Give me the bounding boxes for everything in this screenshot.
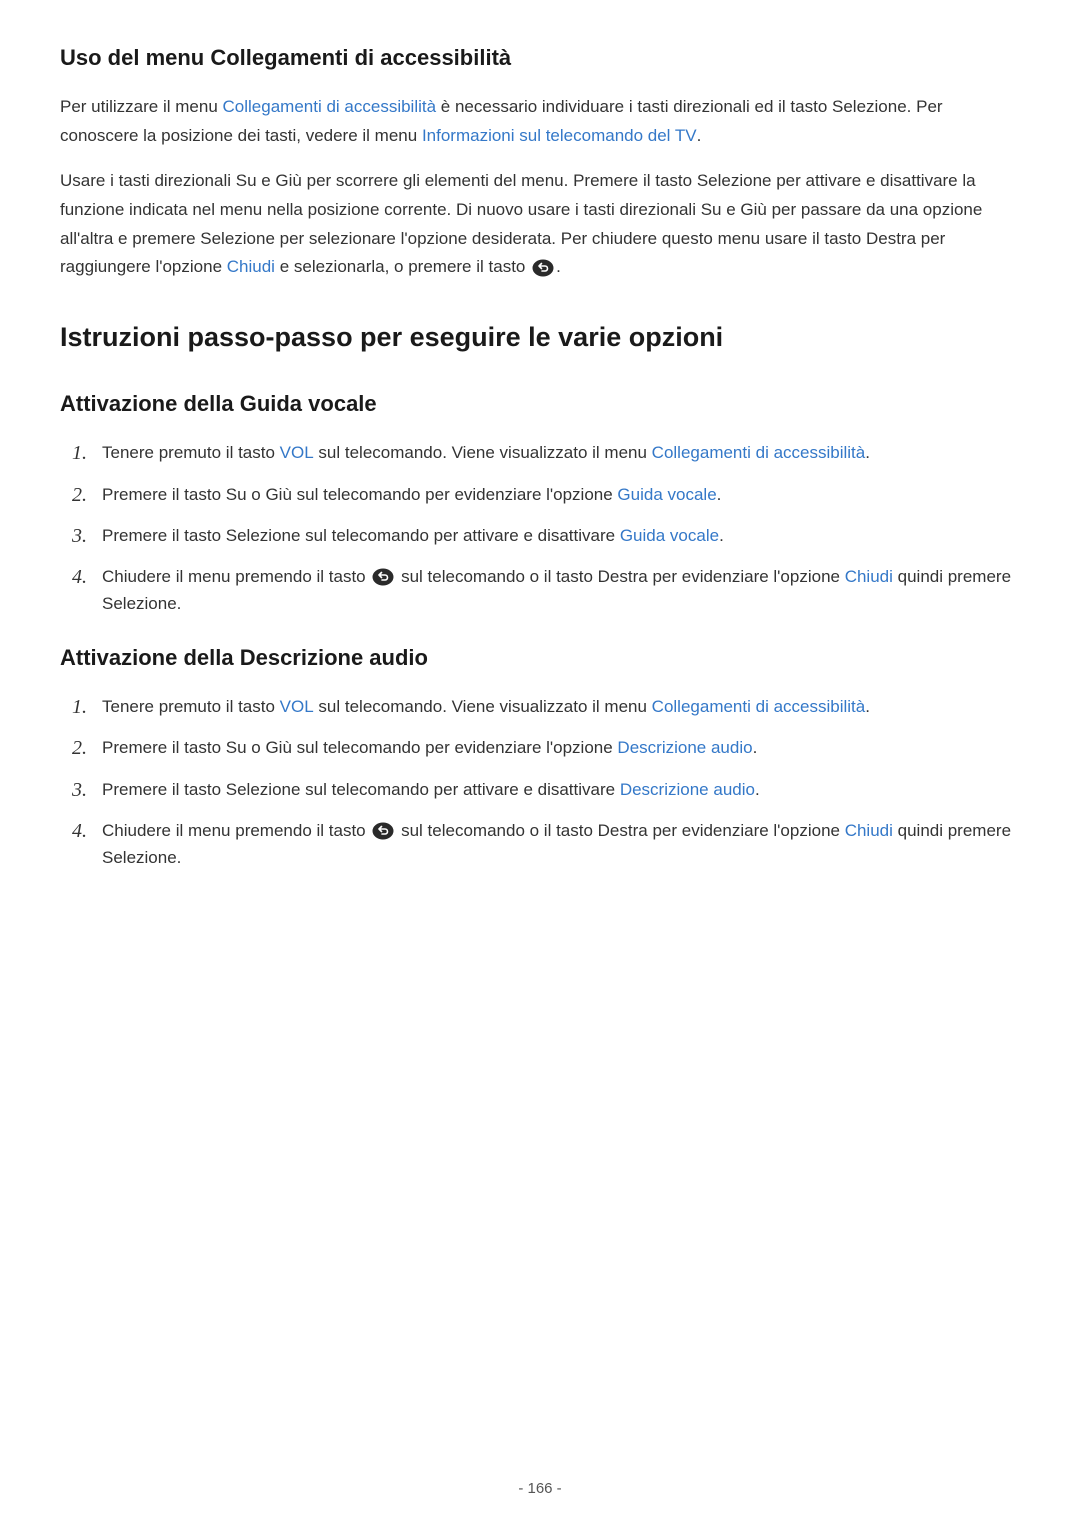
- text: sul telecomando o il tasto Destra per ev…: [396, 567, 844, 586]
- text: Tenere premuto il tasto: [102, 443, 280, 462]
- text: .: [717, 485, 722, 504]
- link-guida-vocale[interactable]: Guida vocale: [617, 485, 716, 504]
- step-number: 1.: [72, 437, 87, 469]
- text: sul telecomando o il tasto Destra per ev…: [396, 821, 844, 840]
- step-number: 3.: [72, 520, 87, 552]
- text: Premere il tasto Selezione sul telecoman…: [102, 526, 620, 545]
- list-item: 3. Premere il tasto Selezione sul teleco…: [60, 776, 1020, 803]
- text: Premere il tasto Su o Giù sul telecomand…: [102, 738, 617, 757]
- text: .: [697, 126, 702, 145]
- text: Premere il tasto Selezione sul telecoman…: [102, 780, 620, 799]
- link-descrizione-audio[interactable]: Descrizione audio: [620, 780, 755, 799]
- list-item: 4. Chiudere il menu premendo il tasto su…: [60, 563, 1020, 617]
- step-number: 3.: [72, 774, 87, 806]
- list-item: 2. Premere il tasto Su o Giù sul telecom…: [60, 481, 1020, 508]
- step-number: 4.: [72, 815, 87, 847]
- section-title-descrizione-audio: Attivazione della Descrizione audio: [60, 645, 1020, 671]
- text: .: [865, 697, 870, 716]
- section-title-guida-vocale: Attivazione della Guida vocale: [60, 391, 1020, 417]
- text: .: [753, 738, 758, 757]
- list-item: 1. Tenere premuto il tasto VOL sul telec…: [60, 693, 1020, 720]
- steps-guida-vocale: 1. Tenere premuto il tasto VOL sul telec…: [60, 439, 1020, 617]
- step-number: 2.: [72, 479, 87, 511]
- text: Chiudere il menu premendo il tasto: [102, 567, 370, 586]
- text: e selezionarla, o premere il tasto: [275, 257, 530, 276]
- text: .: [755, 780, 760, 799]
- text: .: [719, 526, 724, 545]
- paragraph: Per utilizzare il menu Collegamenti di a…: [60, 93, 1020, 151]
- list-item: 1. Tenere premuto il tasto VOL sul telec…: [60, 439, 1020, 466]
- text: .: [556, 257, 561, 276]
- link-collegamenti-accessibilita[interactable]: Collegamenti di accessibilità: [652, 443, 866, 462]
- text: Tenere premuto il tasto: [102, 697, 280, 716]
- section-title-istruzioni: Istruzioni passo-passo per eseguire le v…: [60, 322, 1020, 353]
- link-chiudi[interactable]: Chiudi: [227, 257, 275, 276]
- link-collegamenti-accessibilita[interactable]: Collegamenti di accessibilità: [223, 97, 437, 116]
- back-icon: [372, 822, 394, 840]
- list-item: 3. Premere il tasto Selezione sul teleco…: [60, 522, 1020, 549]
- list-item: 2. Premere il tasto Su o Giù sul telecom…: [60, 734, 1020, 761]
- link-collegamenti-accessibilita[interactable]: Collegamenti di accessibilità: [652, 697, 866, 716]
- text: .: [865, 443, 870, 462]
- text: Chiudere il menu premendo il tasto: [102, 821, 370, 840]
- link-vol[interactable]: VOL: [280, 443, 314, 462]
- list-item: 4. Chiudere il menu premendo il tasto su…: [60, 817, 1020, 871]
- link-chiudi[interactable]: Chiudi: [845, 567, 893, 586]
- section-title-uso-menu: Uso del menu Collegamenti di accessibili…: [60, 45, 1020, 71]
- back-icon: [532, 259, 554, 277]
- step-number: 4.: [72, 561, 87, 593]
- link-guida-vocale[interactable]: Guida vocale: [620, 526, 719, 545]
- paragraph: Usare i tasti direzionali Su e Giù per s…: [60, 167, 1020, 283]
- text: sul telecomando. Viene visualizzato il m…: [314, 697, 652, 716]
- back-icon: [372, 568, 394, 586]
- link-descrizione-audio[interactable]: Descrizione audio: [617, 738, 752, 757]
- steps-descrizione-audio: 1. Tenere premuto il tasto VOL sul telec…: [60, 693, 1020, 871]
- text: Premere il tasto Su o Giù sul telecomand…: [102, 485, 617, 504]
- text: Per utilizzare il menu: [60, 97, 223, 116]
- step-number: 1.: [72, 691, 87, 723]
- page-number: - 166 -: [0, 1480, 1080, 1497]
- link-informazioni-telecomando[interactable]: Informazioni sul telecomando del TV: [422, 126, 697, 145]
- text: sul telecomando. Viene visualizzato il m…: [314, 443, 652, 462]
- link-vol[interactable]: VOL: [280, 697, 314, 716]
- step-number: 2.: [72, 732, 87, 764]
- link-chiudi[interactable]: Chiudi: [845, 821, 893, 840]
